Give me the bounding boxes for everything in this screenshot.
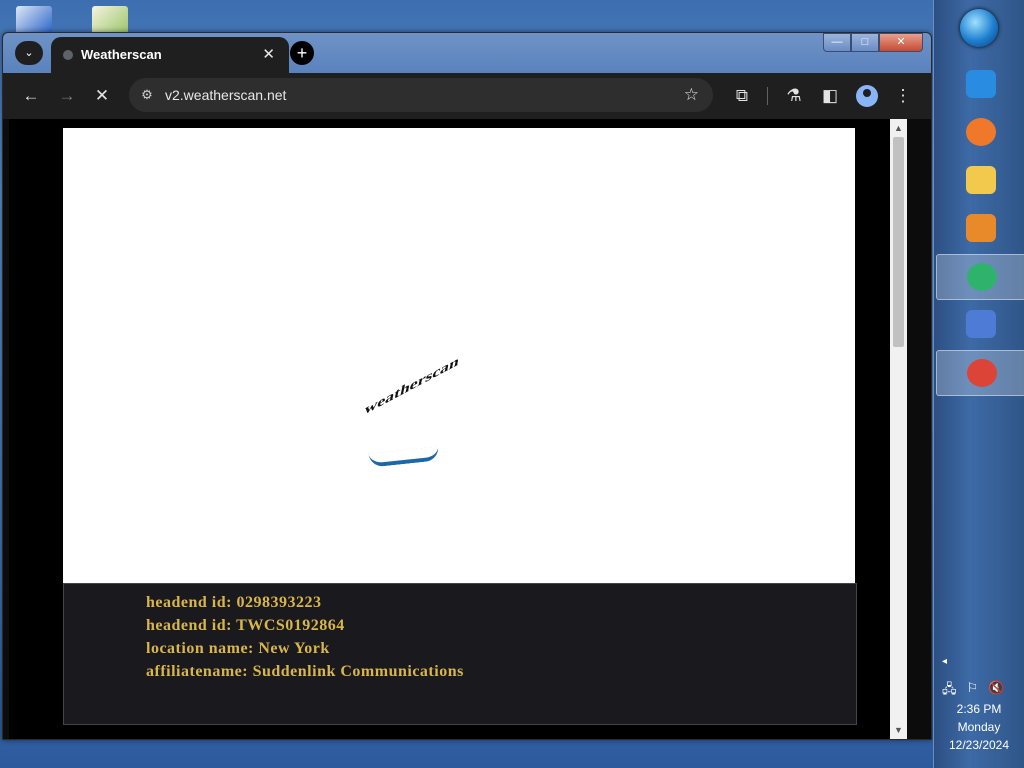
url-text[interactable]: v2.weatherscan.net <box>165 87 286 103</box>
tab-weatherscan[interactable]: Weatherscan ✕ <box>51 37 289 73</box>
firefox-icon <box>966 118 996 146</box>
desktop-document-icon[interactable] <box>92 6 128 34</box>
intro-animation-stage: weatherscan <box>63 128 855 583</box>
page-viewport: weatherscan headend id: 0298393223 heade… <box>9 119 907 739</box>
info-line: location name: New York <box>146 640 330 657</box>
scroll-down-arrow-icon[interactable]: ▼ <box>890 723 907 737</box>
browser-toolbar: ← → ✕ ⚙ v2.weatherscan.net ☆ ⧉ ⚗ ◧ ⋮ <box>3 73 931 119</box>
taskbar-app-chrome[interactable] <box>936 350 1024 396</box>
bookmark-star-icon[interactable]: ☆ <box>684 85 699 105</box>
taskbar: ◂ 🖧 ⚐ 🔇 2:36 PM Monday 12/23/2024 <box>933 0 1024 768</box>
info-line: affiliatename: Suddenlink Communications <box>146 663 464 680</box>
profile-avatar-icon[interactable] <box>856 85 878 107</box>
vertical-scrollbar[interactable]: ▲ ▼ <box>890 119 907 739</box>
taskbar-app-internet-explorer[interactable] <box>936 62 1024 106</box>
address-bar[interactable]: ⚙ v2.weatherscan.net ☆ <box>129 78 713 112</box>
forward-arrow-icon[interactable]: → <box>56 85 78 107</box>
taskbar-app-firefox[interactable] <box>936 110 1024 154</box>
window-controls: — □ ✕ <box>823 33 923 52</box>
logo-swoosh-icon <box>368 446 440 468</box>
minimize-button[interactable]: — <box>823 33 851 52</box>
chrome-icon <box>967 359 997 387</box>
info-line: headend id: TWCS0192864 <box>146 617 345 634</box>
logo-text: weatherscan <box>363 352 461 419</box>
weatherscan-logo-animation: weatherscan <box>363 352 461 419</box>
app-green-icon <box>967 263 997 291</box>
info-line: headend id: 0298393223 <box>146 594 322 611</box>
back-arrow-icon[interactable]: ← <box>20 85 42 107</box>
clock-date[interactable]: 12/23/2024 <box>934 738 1024 752</box>
stop-loading-icon[interactable]: ✕ <box>91 85 113 107</box>
tab-close-icon[interactable]: ✕ <box>262 45 275 63</box>
action-center-flag-icon[interactable]: ⚐ <box>967 680 979 702</box>
browser-window: ⌄ Weatherscan ✕ + — □ ✕ ← → ✕ ⚙ v2.weath… <box>2 32 932 740</box>
tab-strip: ⌄ Weatherscan ✕ + — □ ✕ <box>3 33 931 73</box>
start-button[interactable] <box>960 9 998 47</box>
scroll-thumb[interactable] <box>893 137 904 347</box>
clock-day[interactable]: Monday <box>934 720 1024 734</box>
maximize-button[interactable]: □ <box>851 33 879 52</box>
site-info-icon[interactable]: ⚙ <box>139 87 155 103</box>
network-icon[interactable]: 🖧 <box>942 680 957 702</box>
tab-search-button[interactable]: ⌄ <box>15 41 43 65</box>
volume-muted-icon[interactable]: 🔇 <box>988 680 1004 702</box>
side-panel-icon[interactable]: ◧ <box>819 85 841 107</box>
close-window-button[interactable]: ✕ <box>879 33 923 52</box>
tray-expand-icon[interactable]: ◂ <box>942 656 947 667</box>
tab-title: Weatherscan <box>81 47 162 62</box>
desktop-computer-icon[interactable] <box>16 6 52 34</box>
taskbar-app-media-player[interactable] <box>936 206 1024 250</box>
media-player-icon <box>966 214 996 242</box>
headend-info-panel: headend id: 0298393223 headend id: TWCS0… <box>63 583 857 725</box>
taskbar-app-control-panel[interactable] <box>936 302 1024 346</box>
toolbar-divider <box>767 87 768 105</box>
new-tab-button[interactable]: + <box>290 41 314 65</box>
tab-favicon-icon <box>63 50 73 60</box>
menu-kebab-icon[interactable]: ⋮ <box>892 85 914 107</box>
taskbar-app-file-explorer[interactable] <box>936 158 1024 202</box>
control-panel-icon <box>966 310 996 338</box>
clock-time[interactable]: 2:36 PM <box>934 702 1024 716</box>
internet-explorer-icon <box>966 70 996 98</box>
system-tray: 🖧 ⚐ 🔇 <box>942 680 1004 702</box>
scroll-up-arrow-icon[interactable]: ▲ <box>890 121 907 135</box>
file-explorer-icon <box>966 166 996 194</box>
labs-flask-icon[interactable]: ⚗ <box>783 85 805 107</box>
taskbar-app-app-green[interactable] <box>936 254 1024 300</box>
extensions-icon[interactable]: ⧉ <box>731 85 753 107</box>
